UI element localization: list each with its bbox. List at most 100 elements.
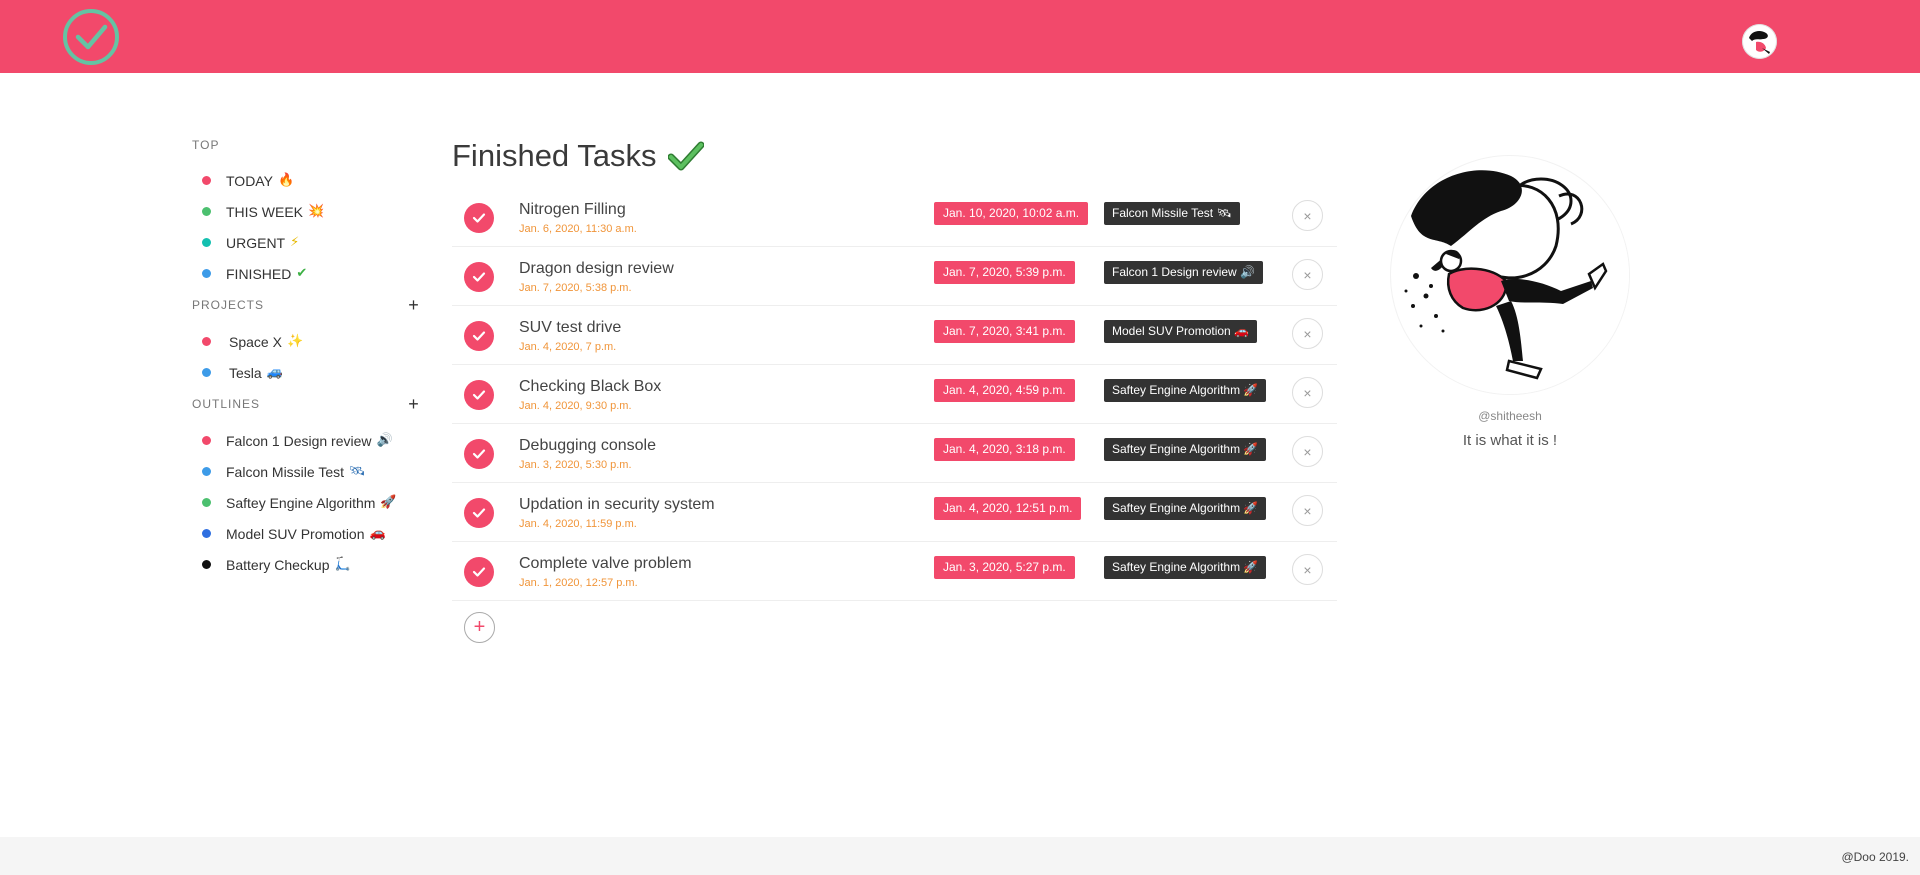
complete-task-button[interactable] xyxy=(464,262,494,292)
delete-task-button[interactable]: × xyxy=(1292,259,1323,290)
check-circle-icon[interactable] xyxy=(62,8,120,66)
task-title[interactable]: SUV test drive xyxy=(519,319,621,337)
status-dot xyxy=(202,238,211,247)
profile-bio: It is what it is ! xyxy=(1462,432,1558,449)
sidebar-item-label: Falcon 1 Design review xyxy=(226,432,372,449)
add-task-button[interactable]: + xyxy=(464,612,495,643)
page-title-text: Finished Tasks xyxy=(452,138,657,173)
section-outlines-header: OUTLINES + xyxy=(192,394,422,415)
sidebar-item-label: Saftey Engine Algorithm xyxy=(226,494,376,511)
delete-task-button[interactable]: × xyxy=(1292,377,1323,408)
check-icon xyxy=(472,213,486,223)
due-date-badge: Jan. 7, 2020, 5:39 p.m. xyxy=(934,261,1075,284)
section-projects-label: PROJECTS xyxy=(192,298,265,312)
status-dot xyxy=(202,269,211,278)
sidebar-item-model-suv-promotion[interactable]: Model SUV Promotion 🚗 xyxy=(192,518,422,549)
sidebar-item-space-x[interactable]: Space X ✨ xyxy=(192,326,422,357)
car-icon: 🚙 xyxy=(266,365,283,380)
sidebar-item-finished[interactable]: FINISHED ✔ xyxy=(192,258,422,289)
delete-task-button[interactable]: × xyxy=(1292,318,1323,349)
sidebar-item-tesla[interactable]: Tesla 🚙 xyxy=(192,357,422,388)
sidebar-item-label: Tesla xyxy=(229,364,262,381)
project-badge[interactable]: Saftey Engine Algorithm 🚀 xyxy=(1104,497,1267,520)
project-badge[interactable]: Falcon Missile Test 🛰 xyxy=(1104,202,1240,225)
delete-task-button[interactable]: × xyxy=(1292,436,1323,467)
status-dot xyxy=(202,560,211,569)
sidebar-item-this-week[interactable]: THIS WEEK 💥 xyxy=(192,196,422,227)
task-created-date: Jan. 4, 2020, 7 p.m. xyxy=(519,341,617,353)
status-dot xyxy=(202,207,211,216)
sidebar-item-battery-checkup[interactable]: Battery Checkup 🛴 xyxy=(192,549,422,580)
checkmark-icon: ✔ xyxy=(296,266,308,281)
lightning-icon: ⚡ xyxy=(290,235,300,250)
task-title[interactable]: Nitrogen Filling xyxy=(519,201,626,219)
sidebar-item-saftey-engine-algorithm[interactable]: Saftey Engine Algorithm 🚀 xyxy=(192,487,422,518)
project-badge[interactable]: Falcon 1 Design review 🔊 xyxy=(1104,261,1263,284)
due-date-badge: Jan. 7, 2020, 3:41 p.m. xyxy=(934,320,1075,343)
task-row: Nitrogen Filling Jan. 6, 2020, 11:30 a.m… xyxy=(452,188,1337,247)
profile-handle: @shitheesh xyxy=(1478,409,1542,423)
complete-task-button[interactable] xyxy=(464,203,494,233)
sidebar-item-label: Falcon Missile Test xyxy=(226,463,345,480)
satellite-icon: 🛰 xyxy=(349,464,366,479)
add-task-row: + xyxy=(452,601,1337,651)
due-date-badge: Jan. 4, 2020, 4:59 p.m. xyxy=(934,379,1075,402)
profile-illustration xyxy=(1390,155,1630,395)
sidebar-item-today[interactable]: TODAY 🔥 xyxy=(192,165,422,196)
task-title[interactable]: Dragon design review xyxy=(519,260,674,278)
section-top-label: TOP xyxy=(192,138,220,152)
status-dot xyxy=(202,436,211,445)
task-title[interactable]: Complete valve problem xyxy=(519,555,692,573)
project-badge[interactable]: Model SUV Promotion 🚗 xyxy=(1104,320,1257,343)
delete-task-button[interactable]: × xyxy=(1292,200,1323,231)
check-icon xyxy=(472,390,486,400)
delete-task-button[interactable]: × xyxy=(1292,495,1323,526)
task-row: Complete valve problem Jan. 1, 2020, 12:… xyxy=(452,542,1337,601)
user-avatar[interactable] xyxy=(1742,24,1777,59)
rocket-icon: 🚀 xyxy=(380,495,397,510)
add-outline-button[interactable]: + xyxy=(406,394,422,415)
sidebar-item-label: URGENT xyxy=(226,234,286,251)
project-badge[interactable]: Saftey Engine Algorithm 🚀 xyxy=(1104,556,1267,579)
due-date-badge: Jan. 4, 2020, 12:51 p.m. xyxy=(934,497,1082,520)
sidebar: TOP TODAY 🔥 THIS WEEK 💥 URGENT ⚡ FINISHE… xyxy=(192,137,422,580)
footer-copyright: @Doo 2019. xyxy=(1841,850,1909,864)
sidebar-item-urgent[interactable]: URGENT ⚡ xyxy=(192,227,422,258)
burst-icon: 💥 xyxy=(308,204,325,219)
footer: @Doo 2019. xyxy=(0,837,1920,875)
delete-task-button[interactable]: × xyxy=(1292,554,1323,585)
sidebar-item-falcon-missile-test[interactable]: Falcon Missile Test 🛰 xyxy=(192,456,422,487)
project-badge[interactable]: Saftey Engine Algorithm 🚀 xyxy=(1104,379,1267,402)
status-dot xyxy=(202,467,211,476)
sidebar-item-label: FINISHED xyxy=(226,265,292,282)
page-title: Finished Tasks xyxy=(452,130,1337,182)
complete-task-button[interactable] xyxy=(464,321,494,351)
task-created-date: Jan. 1, 2020, 12:57 p.m. xyxy=(519,577,638,589)
task-title[interactable]: Debugging console xyxy=(519,437,656,455)
sidebar-item-label: Battery Checkup xyxy=(226,556,330,573)
check-icon xyxy=(472,508,486,518)
task-created-date: Jan. 3, 2020, 5:30 p.m. xyxy=(519,459,632,471)
task-title[interactable]: Updation in security system xyxy=(519,496,715,514)
section-projects-header: PROJECTS + xyxy=(192,295,422,316)
sparkles-icon: ✨ xyxy=(286,334,304,349)
task-title[interactable]: Checking Black Box xyxy=(519,378,661,396)
complete-task-button[interactable] xyxy=(464,380,494,410)
complete-task-button[interactable] xyxy=(464,498,494,528)
complete-task-button[interactable] xyxy=(464,557,494,587)
due-date-badge: Jan. 10, 2020, 10:02 a.m. xyxy=(934,202,1089,225)
top-bar xyxy=(0,0,1920,73)
add-project-button[interactable]: + xyxy=(406,295,422,316)
task-created-date: Jan. 4, 2020, 9:30 p.m. xyxy=(519,400,632,412)
complete-task-button[interactable] xyxy=(464,439,494,469)
fire-icon: 🔥 xyxy=(277,173,295,188)
task-created-date: Jan. 6, 2020, 11:30 a.m. xyxy=(519,223,637,235)
sidebar-item-label: THIS WEEK xyxy=(226,203,304,220)
status-dot xyxy=(202,337,211,346)
project-badge[interactable]: Saftey Engine Algorithm 🚀 xyxy=(1104,438,1267,461)
sidebar-item-falcon-1-design-review[interactable]: Falcon 1 Design review 🔊 xyxy=(192,425,422,456)
profile-card: @shitheesh It is what it is ! xyxy=(1385,155,1635,449)
task-row: Debugging console Jan. 3, 2020, 5:30 p.m… xyxy=(452,424,1337,483)
checkmark-icon xyxy=(668,141,705,171)
status-dot xyxy=(202,529,211,538)
